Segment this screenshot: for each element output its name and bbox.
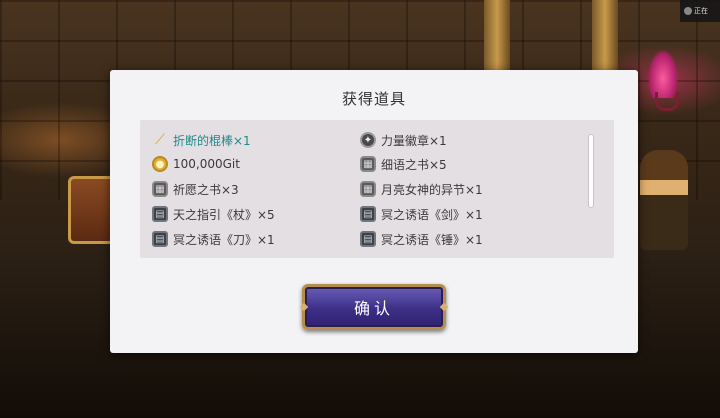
item-label: 冥之诱语《刀》×1 [173, 232, 275, 247]
item-label: 冥之诱语《锤》×1 [381, 232, 483, 247]
list-item: ▤ 冥之诱语《锤》×1 [360, 227, 483, 251]
item-label: 折断的棍棒×1 [173, 133, 251, 148]
button-ornament-right [439, 302, 449, 312]
list-item: ▤ 天之指引《杖》×5 [152, 202, 275, 226]
coin-icon: ● [152, 156, 168, 172]
scroll-icon: ▤ [360, 206, 376, 222]
torch-stand [655, 92, 679, 111]
item-label: 祈愿之书×3 [173, 182, 239, 197]
item-list[interactable]: ⟋ 折断的棍棒×1 ✦ 力量徽章×1 ● 100,000Git ▦ 细语之书×5… [140, 120, 614, 258]
list-item: ▦ 月亮女神的异节×1 [360, 177, 483, 201]
scroll-icon: ▤ [152, 206, 168, 222]
confirm-button[interactable]: 确认 [299, 284, 449, 330]
stick-icon: ⟋ [155, 132, 165, 148]
list-item: ✦ 力量徽章×1 [360, 128, 447, 152]
list-item: ▤ 冥之诱语《剑》×1 [360, 202, 483, 226]
scroll-icon: ▤ [152, 231, 168, 247]
item-reward-dialog: 获得道具 ⟋ 折断的棍棒×1 ✦ 力量徽章×1 ● 100,000Git ▦ 细… [110, 70, 638, 353]
scroll-icon: ▤ [360, 231, 376, 247]
list-item: ▤ 冥之诱语《刀》×1 [152, 227, 275, 251]
list-item: ▦ 祈愿之书×3 [152, 177, 239, 201]
item-label: 力量徽章×1 [381, 133, 447, 148]
book-icon: ▦ [360, 181, 376, 197]
item-label: 天之指引《杖》×5 [173, 207, 275, 222]
status-chip-text: 正在 [694, 7, 708, 15]
item-label: 月亮女神的异节×1 [381, 182, 483, 197]
badge-icon: ✦ [360, 132, 376, 148]
avatar-icon [684, 7, 692, 15]
pink-flame [648, 50, 678, 98]
confirm-button-label: 确认 [353, 299, 394, 318]
button-ornament-left [299, 302, 309, 312]
book-icon: ▦ [152, 181, 168, 197]
dialog-title: 获得道具 [341, 90, 406, 108]
status-chip[interactable]: 正在 [680, 0, 720, 22]
list-item: ▦ 细语之书×5 [360, 152, 447, 176]
list-scrollbar[interactable] [588, 134, 594, 208]
item-label: 冥之诱语《剑》×1 [381, 207, 483, 222]
list-item: ● 100,000Git [152, 152, 240, 176]
player-character [640, 150, 688, 250]
list-item: ⟋ 折断的棍棒×1 [152, 128, 251, 152]
book-icon: ▦ [360, 156, 376, 172]
item-label: 100,000Git [173, 157, 240, 171]
item-label: 细语之书×5 [381, 157, 447, 172]
